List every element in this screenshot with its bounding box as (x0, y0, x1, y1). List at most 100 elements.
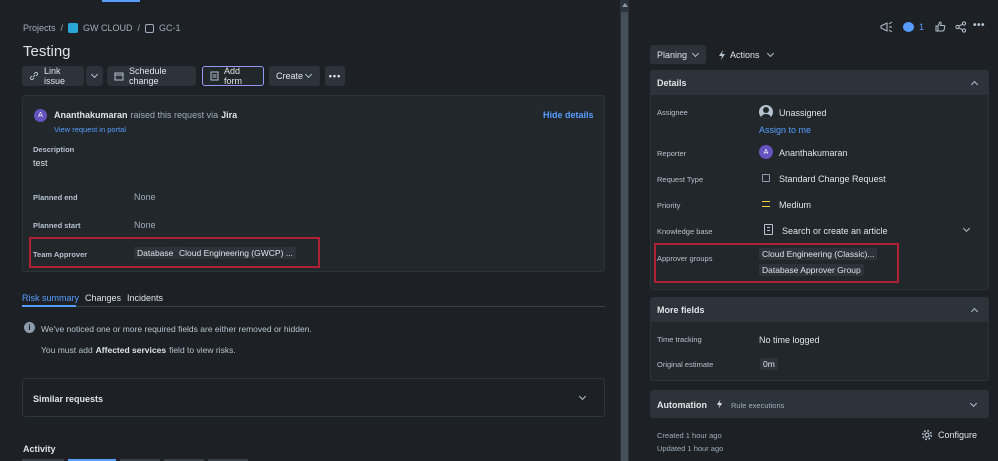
request-author[interactable]: Ananthakumaran (54, 110, 128, 120)
knowledge-base-search[interactable]: Search or create an article (782, 226, 888, 236)
more-icon: ••• (328, 71, 342, 81)
more-fields-title: More fields (657, 305, 705, 315)
original-estimate-label: Original estimate (657, 360, 714, 369)
share-icon[interactable] (955, 21, 967, 33)
link-issue-dropdown[interactable] (86, 66, 103, 86)
breadcrumb-issue[interactable]: GC-1 (159, 23, 181, 33)
affected-services-field: Affected services (95, 345, 167, 355)
request-raised-text: raised this request via (130, 110, 219, 120)
highlight-box-team-approver (29, 237, 320, 268)
top-tab-indicator (102, 0, 140, 2)
actions-label: Actions (730, 49, 760, 60)
assignee-label: Assignee (657, 108, 688, 117)
link-issue-button[interactable]: Link issue (22, 66, 84, 86)
scrollbar-arrow-up[interactable] (622, 3, 628, 7)
time-tracking-value[interactable]: No time logged (759, 335, 820, 345)
time-tracking-label: Time tracking (657, 335, 702, 344)
status-button[interactable]: Planing (650, 45, 706, 64)
planned-end-label: Planned end (33, 193, 78, 202)
risk-notice: We've noticed one or more required field… (41, 324, 312, 334)
details-title: Details (657, 78, 687, 88)
status-label: Planing (657, 49, 688, 60)
form-icon (210, 71, 219, 81)
updated-timestamp: Updated 1 hour ago (657, 444, 724, 453)
add-form-button[interactable]: Add form (202, 66, 264, 86)
similar-requests-panel[interactable] (22, 378, 605, 417)
feedback-icon[interactable] (880, 21, 893, 33)
like-icon[interactable] (935, 21, 946, 32)
view-request-portal-link[interactable]: View request in portal (54, 125, 126, 134)
description-value[interactable]: test (33, 158, 48, 168)
avatar: A (34, 109, 47, 122)
page-title[interactable]: Testing (23, 43, 71, 60)
watch-count[interactable]: 1 (919, 22, 924, 32)
chevron-down-icon (304, 70, 313, 79)
add-form-label: Add form (224, 66, 242, 86)
chevron-down-icon (691, 49, 700, 58)
actions-button[interactable]: Actions (712, 45, 776, 64)
highlight-box-approver-groups (654, 243, 899, 283)
tab-risk-summary[interactable]: Risk summary (22, 293, 79, 303)
breadcrumb-project[interactable]: GW CLOUD (83, 23, 133, 33)
activity-heading: Activity (23, 444, 56, 454)
risk-requirement-prefix: You must add (41, 345, 93, 355)
created-timestamp: Created 1 hour ago (657, 431, 722, 440)
chevron-down-icon (90, 70, 99, 79)
issue-type-icon (145, 23, 155, 33)
request-type-value[interactable]: Standard Change Request (779, 174, 886, 184)
link-issue-label: Link issue (44, 66, 66, 86)
planned-start-value[interactable]: None (134, 220, 156, 230)
breadcrumb-projects[interactable]: Projects (23, 23, 56, 33)
request-type-icon (762, 174, 770, 182)
reporter-label: Reporter (657, 149, 687, 158)
gear-icon (921, 429, 933, 441)
unassigned-avatar-icon (759, 105, 773, 119)
schedule-change-button[interactable]: Schedule change (107, 66, 196, 86)
reporter-avatar: A (759, 145, 773, 159)
link-icon (29, 71, 39, 81)
description-label: Description (33, 145, 75, 154)
original-estimate-value[interactable]: 0m (760, 358, 778, 370)
watch-icon[interactable] (903, 22, 914, 32)
tab-underline (22, 305, 76, 307)
rule-executions[interactable]: Rule executions (731, 401, 784, 410)
more-actions-button[interactable]: ••• (325, 66, 345, 86)
risk-requirement: You must add Affected services field to … (41, 345, 236, 355)
create-label: Create (276, 71, 304, 81)
priority-value[interactable]: Medium (779, 200, 811, 210)
request-type-label: Request Type (657, 175, 704, 184)
knowledge-base-label: Knowledge base (657, 227, 713, 236)
article-icon (764, 224, 773, 235)
hide-details-link[interactable]: Hide details (543, 110, 594, 120)
project-icon (68, 23, 79, 33)
breadcrumb-separator: / (60, 23, 64, 33)
assignee-value[interactable]: Unassigned (779, 108, 827, 118)
reporter-value[interactable]: Ananthakumaran (779, 148, 848, 158)
create-button[interactable]: Create (269, 66, 320, 86)
priority-medium-icon (762, 201, 770, 207)
tab-changes[interactable]: Changes (85, 293, 121, 303)
calendar-icon (114, 71, 124, 81)
breadcrumb-separator: / (137, 23, 141, 33)
configure-label: Configure (938, 430, 978, 440)
breadcrumb: Projects / GW CLOUD / GC-1 (23, 22, 181, 34)
assign-to-me-link[interactable]: Assign to me (759, 125, 811, 135)
schedule-change-label: Schedule change (129, 66, 167, 86)
info-icon: i (24, 322, 35, 333)
automation-title: Automation (657, 400, 707, 410)
similar-requests-title: Similar requests (33, 394, 104, 404)
planned-start-label: Planned start (33, 221, 81, 230)
configure-button[interactable]: Configure (921, 429, 977, 441)
more-icon[interactable]: ••• (973, 20, 985, 31)
request-channel: Jira (221, 110, 238, 120)
scrollbar-thumb[interactable] (621, 12, 628, 461)
tab-incidents[interactable]: Incidents (127, 293, 163, 303)
lightning-icon (716, 399, 723, 409)
lightning-icon (718, 49, 726, 60)
risk-requirement-suffix: field to view risks. (169, 345, 236, 355)
request-raised-line: Ananthakumaran raised this request via J… (54, 110, 237, 120)
planned-end-value[interactable]: None (134, 192, 156, 202)
priority-label: Priority (657, 201, 681, 210)
details-header[interactable] (651, 71, 988, 95)
chevron-down-icon (766, 49, 775, 58)
